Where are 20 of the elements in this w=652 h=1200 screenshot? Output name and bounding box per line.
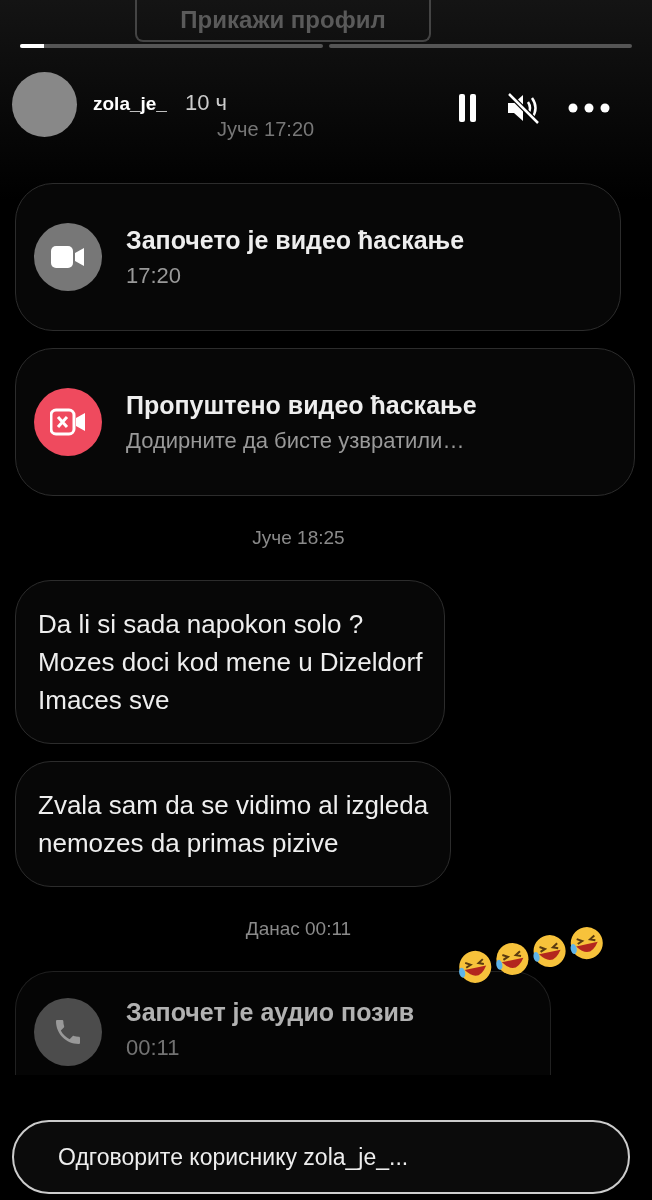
message-bubble: Zvala sam da se vidimo al izgleda nemozes da primas pizive [15,761,452,887]
more-options-icon[interactable] [568,103,610,113]
call-subtitle: 00:11 [126,1035,181,1061]
call-card[interactable]: Пропуштено видео ћаскање Додирните да бисте узвратили… [15,348,635,496]
call-card[interactable]: Започето је видео ћаскање 17:20 [15,183,621,331]
posted-time: Јуче 17:20 [217,118,315,141]
muted-speaker-icon[interactable] [506,92,540,124]
username[interactable]: zola_je_ [93,93,167,115]
call-title: Започето је видео ћаскање [126,225,465,255]
call-subtitle: 17:20 [126,262,183,289]
call-card[interactable]: Започет је аудио позив 00:11 [15,971,551,1075]
call-subtitle: Додирните да бисте узвратили… [126,427,466,454]
reply-field[interactable]: Одговорите кориснику zola_je_... [12,1120,630,1194]
pause-icon[interactable] [458,94,478,122]
story-age: 10 ч [184,90,227,116]
call-title: Започет је аудио позив [126,998,415,1027]
message-bubble: Da li si sada napokon solo ? Mozes doci kod mene u Dizeldorf Imaces sve [15,580,446,744]
date-separator: Јуче 18:25 [252,527,345,549]
date-separator: Данас 00:11 [245,918,352,940]
call-title: Пропуштено видео ћаскање [126,390,477,420]
